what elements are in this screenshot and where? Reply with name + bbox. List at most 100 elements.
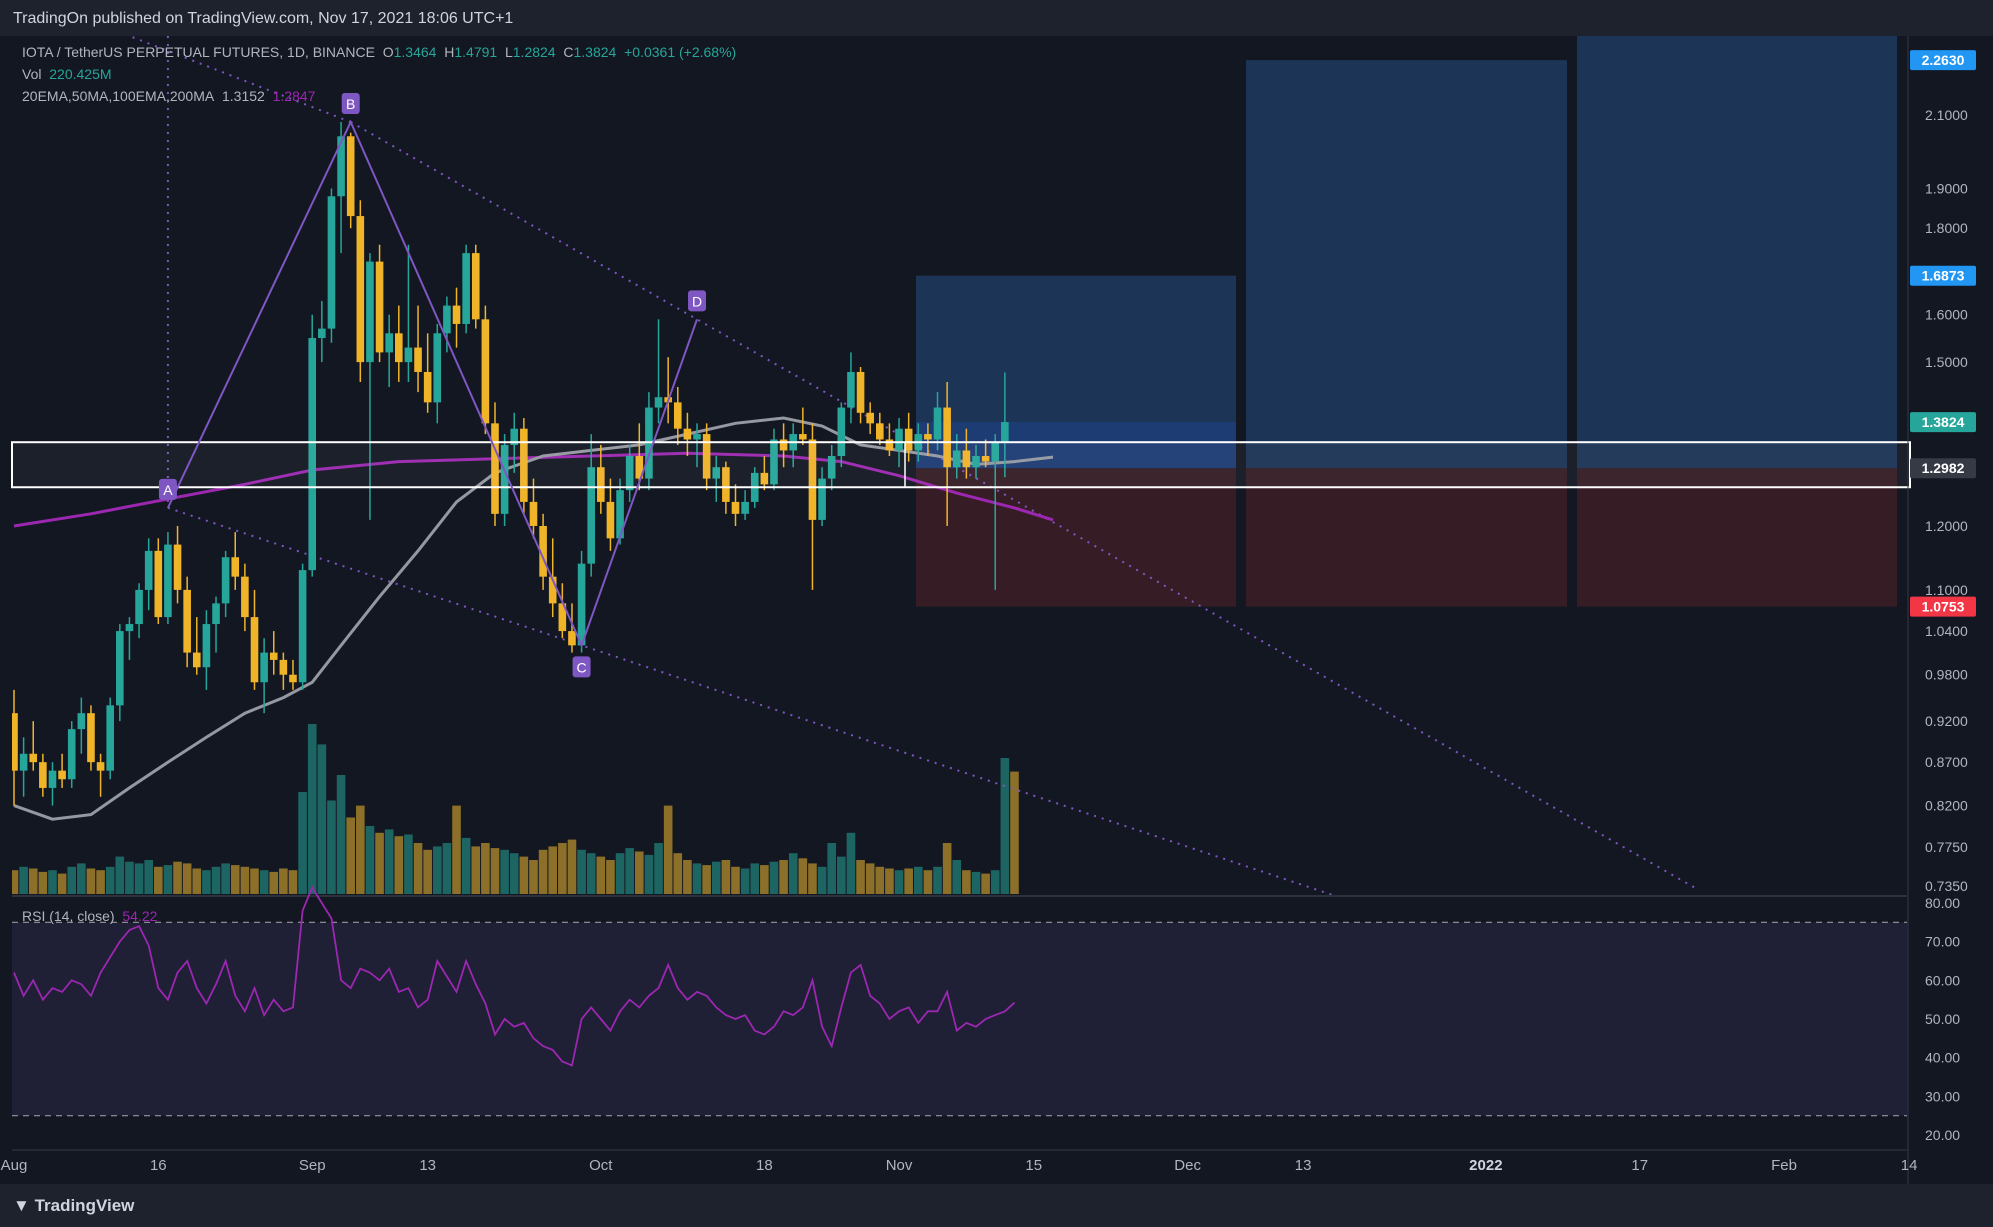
candle-body [87, 713, 95, 763]
volume-bar [1000, 758, 1010, 894]
candle-body [529, 501, 538, 526]
volume-bar [788, 853, 798, 894]
footer-bar: ▼ TradingView [0, 1184, 1993, 1227]
volume-bar [144, 860, 153, 894]
volume-bar [875, 866, 885, 894]
candle-body [856, 371, 865, 413]
volume-bar [134, 863, 144, 894]
time-tick-label: 16 [150, 1157, 167, 1174]
volume-bar [365, 826, 375, 894]
volume-bar [865, 863, 875, 894]
support-zone [11, 441, 1911, 489]
volume-bar [509, 853, 519, 894]
candle-body [231, 557, 240, 577]
volume-bar [192, 868, 202, 894]
price-label: 1.0753 [1922, 599, 1965, 615]
time-tick-label: 14 [1901, 1157, 1918, 1174]
volume-bar [154, 866, 163, 894]
price-tick-label: 1.2000 [1925, 518, 1968, 534]
volume-bar [913, 866, 923, 894]
volume-bar [644, 854, 654, 894]
pattern-point-b: B [346, 96, 355, 112]
volume-bar [894, 870, 904, 894]
volume-bar [846, 832, 856, 894]
volume-bar [423, 849, 432, 894]
volume-bar [230, 865, 240, 894]
volume-bar [750, 863, 760, 894]
volume-bar [182, 863, 192, 894]
time-tick-label: Aug [1, 1157, 28, 1174]
stop-zone-1 [916, 468, 1236, 607]
ma-value-2: 1.2847 [272, 88, 316, 104]
volume-bar [346, 817, 355, 894]
rsi-band-fill [12, 922, 1907, 1116]
target-zone-3 [1577, 36, 1897, 469]
candle-body [1001, 422, 1009, 442]
candle-body [471, 253, 480, 320]
abcd-pattern: A B C D [158, 93, 707, 678]
candle-body [125, 624, 134, 632]
volume-bar [163, 865, 173, 894]
candle-body [77, 713, 86, 730]
volume-bar [731, 866, 740, 894]
volume-value: 220.425M [49, 66, 112, 82]
candle-body [433, 333, 442, 403]
volume-bar [904, 868, 913, 894]
volume-bar [663, 805, 673, 894]
rsi-tick-label: 80.00 [1925, 895, 1960, 911]
time-tick-label: 18 [756, 1157, 773, 1174]
candle-body [395, 333, 403, 363]
volume-bar [711, 861, 721, 894]
volume-bar [490, 848, 500, 894]
candle-body [673, 402, 682, 429]
price-tick-label: 1.5000 [1925, 354, 1968, 370]
volume-bar [586, 853, 596, 894]
time-tick-label: Oct [589, 1157, 613, 1174]
volume-bar [673, 853, 683, 894]
symbol-legend: IOTA / TetherUS PERPETUAL FUTURES, 1D, B… [22, 44, 737, 60]
volume-bar [567, 839, 577, 894]
candle-body [414, 347, 422, 372]
candle-body [375, 261, 384, 353]
volume-bar [307, 724, 317, 894]
candle-body [154, 550, 163, 618]
volume-bar [942, 843, 952, 894]
candle-body [356, 216, 365, 363]
volume-bar [375, 832, 384, 894]
volume-bar [596, 856, 606, 894]
volume-bar [702, 865, 711, 894]
price-tick-label: 1.9000 [1925, 181, 1968, 197]
volume-bar [12, 870, 19, 894]
open-value: 1.3464 [393, 44, 437, 60]
volume-bar [654, 843, 663, 894]
volume-bar [250, 868, 259, 894]
volume-bar [923, 870, 933, 894]
stop-zone-3 [1577, 468, 1897, 607]
rsi-panel [12, 885, 1907, 1117]
time-tick-label: 17 [1631, 1157, 1648, 1174]
volume-bar [721, 860, 731, 894]
volume-bar [548, 846, 558, 894]
candle-body [385, 333, 393, 353]
volume-bar [105, 866, 115, 894]
candle-body [173, 544, 182, 590]
candle-body [192, 652, 201, 668]
candle-body [289, 674, 297, 683]
time-tick-label: 15 [1025, 1157, 1042, 1174]
price-label: 1.3824 [1922, 414, 1965, 430]
pattern-point-a: A [163, 482, 173, 498]
candle-body [847, 371, 855, 408]
candle-body [577, 563, 586, 646]
price-chart[interactable]: A B C D 2.1000 1.9000 1.8000 1.6000 1.5000 1.200… [0, 0, 1993, 1184]
rsi-tick-label: 40.00 [1925, 1050, 1960, 1066]
volume-bar [384, 829, 394, 894]
time-tick-label: 13 [1295, 1157, 1312, 1174]
rsi-tick-label: 20.00 [1925, 1127, 1960, 1143]
candle-body [58, 770, 66, 780]
volume-bar [327, 800, 336, 894]
price-label: 1.6873 [1922, 268, 1965, 284]
volume-bar [798, 858, 808, 894]
candle-body [481, 319, 490, 424]
volume-bar [606, 860, 615, 894]
rsi-legend: RSI (14, close) 54.22 [22, 908, 158, 924]
